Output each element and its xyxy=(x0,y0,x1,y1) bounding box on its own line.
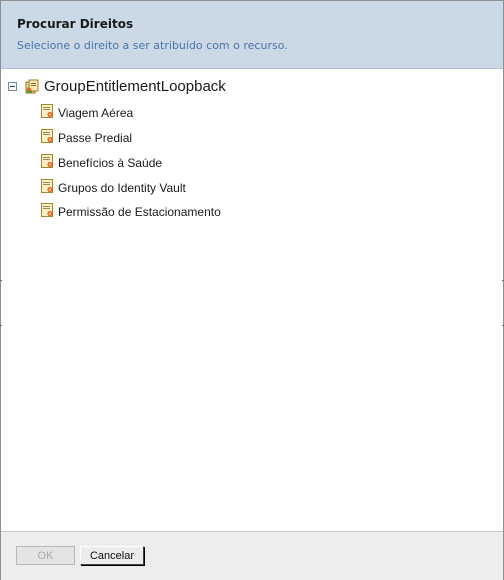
dialog-header: Procurar Direitos Selecione o direito a … xyxy=(1,1,503,69)
dialog-subtitle: Selecione o direito a ser atribuído com … xyxy=(17,39,288,52)
entitlement-doc-icon xyxy=(41,178,54,194)
browse-entitlements-dialog: Procurar Direitos Selecione o direito a … xyxy=(0,0,504,580)
collapse-icon[interactable] xyxy=(8,81,17,91)
tree-item[interactable]: Benefícios à Saúde xyxy=(41,153,163,172)
tree-root-node[interactable]: GroupEntitlementLoopback xyxy=(8,77,226,95)
tree-item[interactable]: Passe Predial xyxy=(41,128,133,147)
entitlement-doc-icon xyxy=(41,128,54,144)
dialog-title: Procurar Direitos xyxy=(17,17,134,31)
tree-root-label: GroupEntitlementLoopback xyxy=(44,77,226,95)
entitlement-doc-icon xyxy=(41,202,54,218)
tree-item-label: Benefícios à Saúde xyxy=(58,156,163,170)
ok-button[interactable]: OK xyxy=(16,546,75,565)
edge-tick xyxy=(0,280,2,281)
tree-item-label: Grupos do Identity Vault xyxy=(58,181,186,195)
tree-item[interactable]: Grupos do Identity Vault xyxy=(41,178,186,197)
tree-item-label: Permissão de Estacionamento xyxy=(58,205,221,219)
tree-item[interactable]: Viagem Aérea xyxy=(41,103,134,122)
edge-tick xyxy=(0,325,2,326)
entitlement-doc-icon xyxy=(41,103,54,119)
tree-item-label: Viagem Aérea xyxy=(58,106,134,120)
dialog-footer: OK Cancelar xyxy=(1,531,503,580)
cancel-button[interactable]: Cancelar xyxy=(80,546,144,565)
tree-item[interactable]: Permissão de Estacionamento xyxy=(41,202,221,221)
entitlement-tree: GroupEntitlementLoopback Viagem Aérea Pa… xyxy=(1,69,503,531)
entitlement-doc-icon xyxy=(41,153,54,169)
entitlement-folder-icon xyxy=(25,79,39,94)
tree-item-label: Passe Predial xyxy=(58,131,133,145)
